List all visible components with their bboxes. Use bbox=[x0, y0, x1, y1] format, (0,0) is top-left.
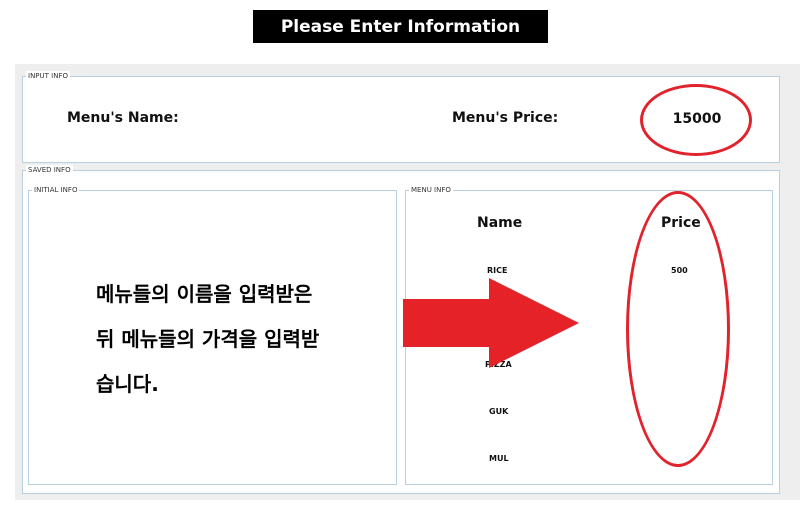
row-1-name: RICE bbox=[487, 266, 508, 275]
annotation-line-1: 메뉴들의 이름을 입력받은 bbox=[96, 282, 313, 306]
menu-info-legend: MENU INFO bbox=[409, 185, 453, 195]
annotation-line-3: 습니다. bbox=[96, 372, 159, 396]
input-info-legend: INPUT INFO bbox=[26, 71, 70, 81]
row-4-name: GUK bbox=[489, 407, 509, 416]
annotation-text: 메뉴들의 이름을 입력받은 뒤 메뉴들의 가격을 입력받 습니다. bbox=[96, 272, 396, 407]
annotation-line-2: 뒤 메뉴들의 가격을 입력받 bbox=[96, 327, 320, 351]
arrow-right-icon bbox=[403, 278, 579, 368]
saved-info-legend: SAVED INFO bbox=[26, 165, 73, 175]
page-title: Please Enter Information bbox=[253, 10, 548, 43]
price-highlight-ellipse bbox=[640, 84, 752, 156]
menu-price-label: Menu's Price: bbox=[452, 110, 559, 126]
menu-name-label: Menu's Name: bbox=[67, 110, 179, 126]
column-header-name: Name bbox=[477, 215, 523, 231]
initial-info-legend: INITIAL INFO bbox=[32, 185, 80, 195]
price-column-highlight-ellipse bbox=[626, 191, 730, 467]
row-5-name: MUL bbox=[489, 454, 509, 463]
